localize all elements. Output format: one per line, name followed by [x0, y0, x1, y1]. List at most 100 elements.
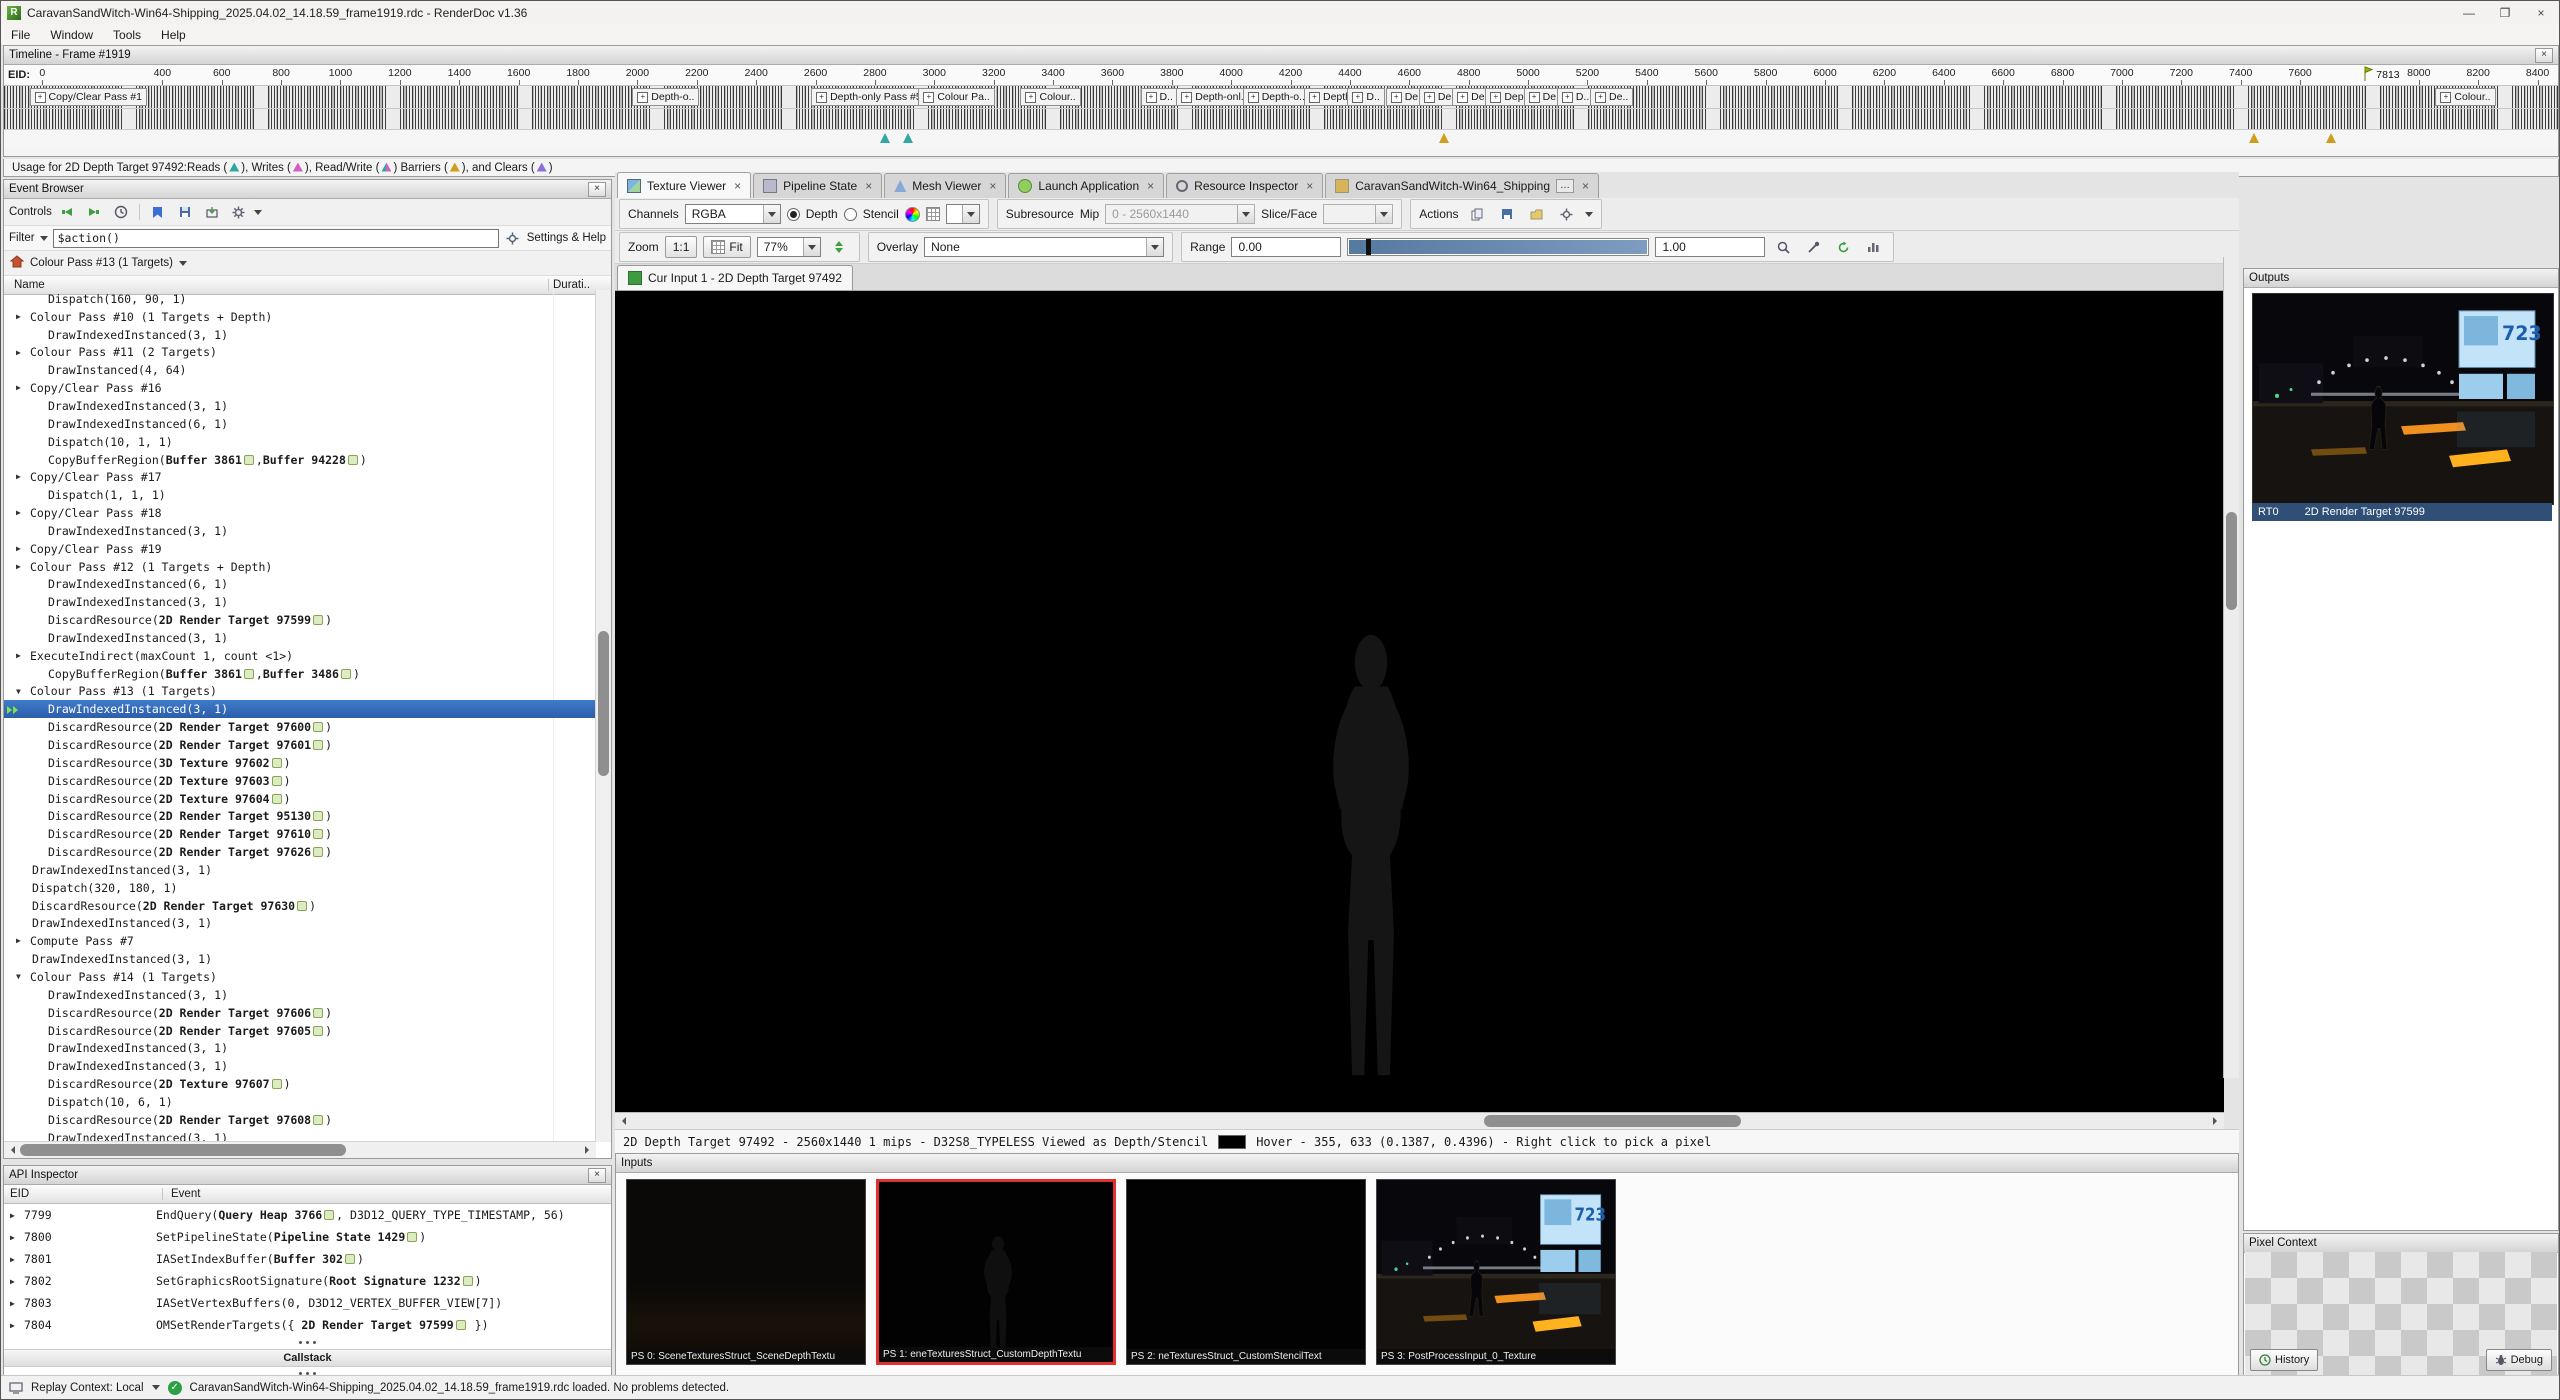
- chevron-down-icon[interactable]: [1585, 212, 1593, 217]
- close-tab-icon[interactable]: ×: [1306, 179, 1313, 193]
- event-row[interactable]: Dispatch(10, 1, 1): [4, 433, 596, 451]
- tab-mesh-viewer[interactable]: Mesh Viewer×: [884, 173, 1006, 198]
- flip-vertical-icon[interactable]: [827, 236, 851, 258]
- chevron-down-icon[interactable]: [152, 1385, 160, 1390]
- event-row[interactable]: DiscardResource(2D Render Target 95130): [4, 807, 596, 825]
- tab-launch-application[interactable]: Launch Application×: [1008, 173, 1164, 198]
- timeline-ruler[interactable]: EID: 04006008001000120014001600180020002…: [4, 65, 2558, 86]
- resource-link-icon[interactable]: [272, 794, 282, 804]
- event-row[interactable]: ▼Colour Pass #14 (1 Targets): [4, 968, 596, 986]
- event-row[interactable]: DrawIndexedInstanced(3, 1): [4, 397, 596, 415]
- zoom-1-1-button[interactable]: 1:1: [665, 236, 698, 258]
- minimize-button[interactable]: —: [2451, 1, 2487, 24]
- expanded-arrow-icon[interactable]: ▼: [16, 972, 21, 981]
- maximize-button[interactable]: ❐: [2487, 1, 2523, 24]
- event-row[interactable]: ▶Copy/Clear Pass #17: [4, 468, 596, 486]
- event-row[interactable]: DiscardResource(2D Texture 97603): [4, 772, 596, 790]
- resource-link-icon[interactable]: [313, 847, 323, 857]
- step-back-button[interactable]: [55, 201, 79, 223]
- expand-box-icon[interactable]: +: [1529, 92, 1540, 103]
- resource-link-icon[interactable]: [313, 615, 323, 625]
- event-row[interactable]: DrawIndexedInstanced(3, 1): [4, 593, 596, 611]
- breadcrumb-current[interactable]: Colour Pass #13 (1 Targets): [30, 257, 173, 269]
- event-row[interactable]: DiscardResource(2D Render Target 97610): [4, 825, 596, 843]
- scroll-right-icon[interactable]: [585, 1146, 593, 1154]
- event-row[interactable]: DrawIndexedInstanced(3, 1): [4, 326, 596, 344]
- scrollbar-thumb[interactable]: [2226, 512, 2237, 611]
- close-panel-icon[interactable]: ×: [588, 1168, 606, 1183]
- menu-file[interactable]: File: [1, 24, 40, 45]
- event-row[interactable]: ▶Copy/Clear Pass #16: [4, 379, 596, 397]
- chevron-down-icon[interactable]: [40, 236, 48, 241]
- timeline-pass-label[interactable]: +Depth-o..: [632, 88, 699, 106]
- tab-overflow-button[interactable]: …: [1556, 179, 1574, 193]
- collapsed-arrow-icon[interactable]: ▶: [16, 348, 21, 357]
- close-tab-icon[interactable]: ×: [989, 179, 996, 193]
- event-row[interactable]: DiscardResource(2D Render Target 97630): [4, 897, 596, 915]
- collapsed-arrow-icon[interactable]: ▶: [16, 544, 21, 553]
- event-row[interactable]: DrawIndexedInstanced(3, 1): [4, 629, 596, 647]
- expand-box-icon[interactable]: +: [923, 92, 934, 103]
- event-row[interactable]: DrawIndexedInstanced(3, 1): [4, 950, 596, 968]
- event-row[interactable]: ▶ExecuteIndirect(maxCount 1, count <1>): [4, 647, 596, 665]
- timeline-pass-label[interactable]: +De..: [1590, 88, 1633, 106]
- input-thumbnail[interactable]: 723PS 3: PostProcessInput_0_Texture: [1376, 1179, 1616, 1365]
- open-texture-icon[interactable]: [1525, 203, 1549, 225]
- event-row[interactable]: ▼Colour Pass #13 (1 Targets): [4, 683, 596, 701]
- collapsed-arrow-icon[interactable]: ▶: [16, 651, 21, 660]
- range-max-input[interactable]: 1.00: [1655, 237, 1765, 257]
- event-row[interactable]: Dispatch(1, 1, 1): [4, 486, 596, 504]
- save-texture-icon[interactable]: [1495, 203, 1519, 225]
- timeline-pass-label[interactable]: +D..: [1141, 88, 1178, 106]
- current-eid-marker[interactable]: 7813: [2363, 66, 2399, 82]
- event-row[interactable]: DiscardResource(2D Render Target 97608): [4, 1111, 596, 1129]
- scrollbar-thumb[interactable]: [20, 1144, 346, 1156]
- collapsed-arrow-icon[interactable]: ▶: [10, 1321, 24, 1330]
- resource-link-icon[interactable]: [297, 901, 307, 911]
- resource-link-icon[interactable]: [313, 811, 323, 821]
- close-panel-icon[interactable]: ×: [2535, 48, 2553, 63]
- event-row[interactable]: DrawIndexedInstanced(3, 1): [4, 861, 596, 879]
- expand-box-icon[interactable]: +: [1424, 92, 1435, 103]
- zoom-percent-select[interactable]: 77%: [757, 237, 821, 257]
- event-row[interactable]: DrawIndexedInstanced(3, 1): [4, 986, 596, 1004]
- expand-box-icon[interactable]: +: [1248, 92, 1259, 103]
- event-row[interactable]: ▶Copy/Clear Pass #19: [4, 540, 596, 558]
- channels-select[interactable]: RGBA: [685, 204, 781, 224]
- event-row[interactable]: Dispatch(320, 180, 1): [4, 879, 596, 897]
- checker-background-icon[interactable]: [926, 207, 940, 221]
- event-tree-vertical-scrollbar[interactable]: [595, 290, 611, 1142]
- filter-settings-gear-icon[interactable]: [227, 201, 251, 223]
- close-tab-icon[interactable]: ×: [1147, 179, 1154, 193]
- close-tab-icon[interactable]: ×: [734, 179, 741, 193]
- event-row[interactable]: ▶Colour Pass #11 (2 Targets): [4, 344, 596, 362]
- color-wheel-icon[interactable]: [905, 207, 920, 222]
- event-row[interactable]: DrawIndexedInstanced(3, 1): [4, 522, 596, 540]
- texture-horizontal-scrollbar[interactable]: [615, 1112, 2224, 1129]
- mip-select[interactable]: 0 - 2560x1440: [1105, 204, 1255, 224]
- expand-box-icon[interactable]: +: [1352, 92, 1363, 103]
- menu-help[interactable]: Help: [151, 24, 196, 45]
- resource-link-icon[interactable]: [313, 829, 323, 839]
- event-row[interactable]: DiscardResource(2D Render Target 97601): [4, 736, 596, 754]
- resource-link-icon[interactable]: [313, 740, 323, 750]
- scrollbar-thumb[interactable]: [1484, 1115, 1741, 1127]
- resource-link-icon[interactable]: [345, 1254, 355, 1264]
- event-row[interactable]: DrawIndexedInstanced(6, 1): [4, 415, 596, 433]
- resource-link-icon[interactable]: [272, 776, 282, 786]
- texture-vertical-scrollbar[interactable]: [2223, 257, 2239, 1078]
- resource-link-icon[interactable]: [313, 722, 323, 732]
- scrollbar-thumb[interactable]: [598, 631, 609, 776]
- histogram-icon[interactable]: [1861, 236, 1885, 258]
- callstack-section-header[interactable]: Callstack: [4, 1349, 611, 1367]
- timeline-pass-label[interactable]: +Colour..: [1020, 88, 1080, 106]
- resource-link-icon[interactable]: [313, 1026, 323, 1036]
- time-events-button[interactable]: [109, 201, 133, 223]
- event-row[interactable]: Dispatch(10, 6, 1): [4, 1093, 596, 1111]
- overlay-select[interactable]: None: [924, 237, 1164, 257]
- event-row[interactable]: DrawIndexedInstanced(3, 1): [4, 700, 596, 718]
- zoom-range-icon[interactable]: [1771, 236, 1795, 258]
- eid-column-header[interactable]: EID: [4, 1188, 163, 1200]
- history-button[interactable]: History: [2250, 1349, 2318, 1371]
- gamma-select[interactable]: [946, 204, 980, 224]
